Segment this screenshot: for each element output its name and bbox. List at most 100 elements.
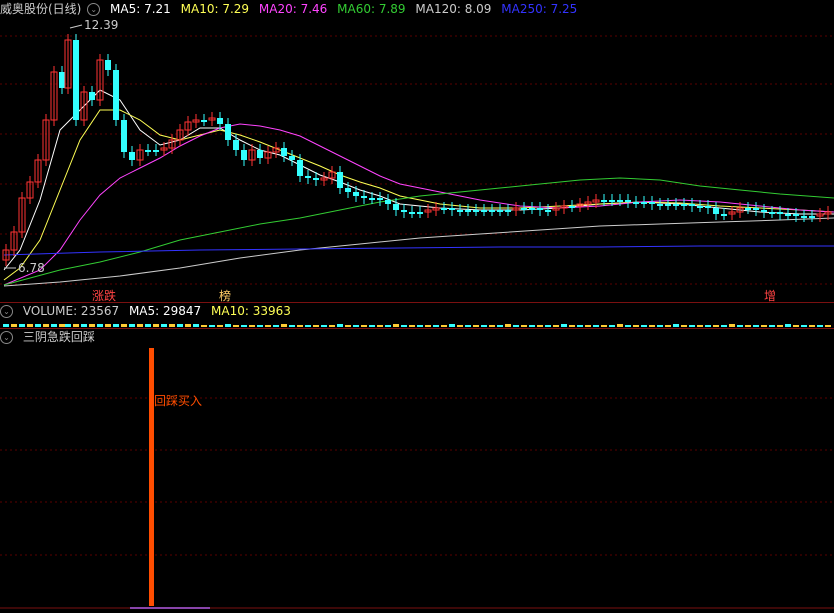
candle — [801, 210, 807, 222]
candle — [153, 144, 159, 156]
candle — [489, 204, 495, 216]
volume-bar — [737, 325, 743, 327]
volume-bar — [665, 325, 671, 327]
candle — [809, 210, 815, 222]
volume-bar — [705, 325, 711, 327]
candle — [208, 112, 216, 126]
volume-bar — [353, 325, 359, 327]
volume-bar — [593, 325, 599, 327]
candle — [537, 202, 543, 216]
candle — [697, 200, 703, 212]
candle — [521, 202, 527, 214]
volume-bar — [273, 325, 279, 327]
candle — [705, 200, 711, 214]
volume-bar — [121, 324, 127, 327]
volume-bar — [257, 325, 263, 327]
volume-bar — [497, 325, 503, 327]
low-price-label: 6.78 — [18, 261, 45, 275]
candle — [529, 202, 535, 214]
ma20-legend: MA20: 7.46 — [258, 2, 328, 16]
collapse-toggle-icon[interactable]: ⌄ — [0, 331, 13, 344]
volume-bars — [3, 324, 831, 327]
volume-bar — [89, 324, 95, 327]
candle — [505, 204, 511, 216]
candle — [64, 34, 72, 94]
ma-line — [3, 217, 834, 287]
volume-bar — [713, 325, 719, 327]
candle — [289, 150, 295, 166]
candle — [328, 166, 336, 184]
candle — [417, 206, 423, 218]
volume-bar — [745, 325, 751, 327]
candle — [552, 202, 560, 216]
volume-bar — [417, 325, 423, 327]
volume-bar — [337, 324, 343, 327]
ma-line — [3, 245, 834, 256]
volume-bar — [601, 325, 607, 327]
collapse-toggle-icon[interactable]: ⌄ — [87, 3, 101, 16]
candle — [721, 208, 727, 220]
candle — [80, 86, 88, 126]
volume-bar — [689, 325, 695, 327]
volume-bar — [345, 325, 351, 327]
high-price-label: 12.39 — [84, 18, 119, 32]
volume-bar — [321, 325, 327, 327]
volume-bar — [505, 324, 511, 327]
volume-bar — [193, 324, 199, 327]
volume-bar — [481, 325, 487, 327]
volume-bar — [19, 324, 25, 327]
candle — [297, 154, 303, 182]
volume-bar — [153, 324, 159, 327]
candlestick-series — [2, 34, 832, 266]
volume-bar — [361, 325, 367, 327]
candle — [545, 204, 551, 216]
candle — [401, 204, 407, 218]
candle — [26, 176, 34, 204]
candle — [18, 192, 26, 238]
volume-bar — [105, 324, 111, 327]
volume-bar — [529, 325, 535, 327]
candle — [105, 54, 111, 76]
volume-ma5: MA5: 29847 — [128, 304, 202, 318]
volume-bar — [425, 325, 431, 327]
ma60-legend: MA60: 7.89 — [337, 2, 406, 16]
candle — [385, 194, 391, 210]
candle — [449, 202, 455, 216]
candle — [481, 204, 487, 216]
volume-bar — [65, 324, 71, 327]
volume-bar — [145, 324, 151, 327]
candle — [89, 86, 95, 106]
volume-header: ⌄ VOLUME: 23567 MA5: 29847 MA10: 33963 — [0, 303, 297, 319]
candle — [649, 196, 655, 210]
volume-bar — [809, 325, 815, 327]
candle — [753, 202, 759, 216]
volume-bar — [825, 325, 831, 327]
collapse-toggle-icon[interactable]: ⌄ — [0, 305, 13, 318]
ma10-legend: MA10: 7.29 — [180, 2, 250, 16]
high-pointer — [69, 24, 83, 29]
candle — [145, 144, 151, 156]
volume-bar — [769, 325, 775, 327]
volume-bar — [377, 325, 383, 327]
candle — [121, 114, 127, 158]
volume-bar — [393, 324, 399, 327]
volume-bar — [43, 324, 49, 327]
volume-bar — [753, 325, 759, 327]
candle — [42, 114, 50, 166]
volume-bar — [281, 324, 287, 327]
stock-title: 威奥股份(日线) — [0, 2, 82, 16]
volume-bar — [633, 325, 639, 327]
candle — [129, 146, 135, 166]
volume-bar — [801, 325, 807, 327]
volume-bar — [169, 324, 175, 327]
candle — [657, 198, 663, 210]
volume-bar — [177, 324, 183, 327]
candle — [176, 124, 184, 146]
volume-bar — [785, 324, 791, 327]
candle — [201, 114, 207, 126]
volume-bar — [521, 325, 527, 327]
volume-bar — [697, 325, 703, 327]
volume-bar — [217, 325, 223, 327]
candle — [50, 66, 58, 126]
volume-bar — [233, 325, 239, 327]
